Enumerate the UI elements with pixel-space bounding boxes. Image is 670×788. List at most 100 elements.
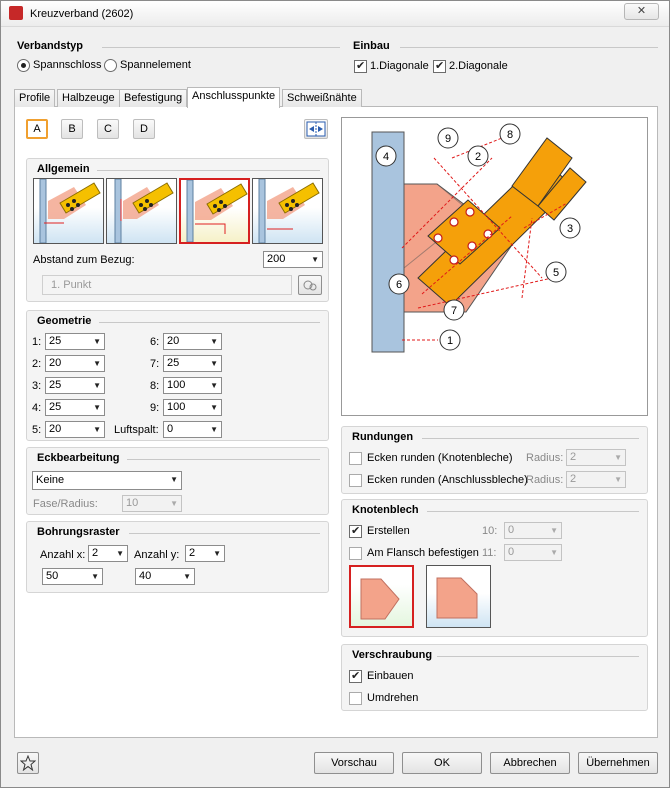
abstand-y-select[interactable]: 40 xyxy=(135,568,195,585)
radius-select-2[interactable]: 2 xyxy=(566,471,626,488)
geometrie-select-3[interactable]: 25 xyxy=(45,377,105,394)
param-11-select[interactable]: 0 xyxy=(504,544,562,561)
uebernehmen-button[interactable]: Übernehmen xyxy=(578,752,658,774)
reference-point-field[interactable]: 1. Punkt xyxy=(42,275,292,295)
knotenblech-shape-2[interactable] xyxy=(426,565,491,628)
tab-schweissnaehte[interactable]: Schweißnähte xyxy=(282,89,362,107)
verbandstyp-group: Verbandstyp Spannschloss Spannelement xyxy=(14,36,340,80)
group-divider xyxy=(99,322,320,323)
point-d-button[interactable]: D xyxy=(133,119,155,139)
ecken-knotenbleche-label: Ecken runden (Knotenbleche) xyxy=(367,452,513,464)
geometrie-select-1[interactable]: 25 xyxy=(45,333,105,350)
ok-button[interactable]: OK xyxy=(402,752,482,774)
point-a-button[interactable]: A xyxy=(26,119,48,139)
tab-befestigung[interactable]: Befestigung xyxy=(119,89,188,107)
point-b-button[interactable]: B xyxy=(61,119,83,139)
connection-diagram: 1 2 3 4 5 6 7 8 9 xyxy=(341,117,648,416)
abstand-select[interactable]: 200 xyxy=(263,251,323,268)
geometrie-select-5[interactable]: 20 xyxy=(45,421,105,438)
geometrie-select-6[interactable]: 20 xyxy=(163,333,222,350)
erstellen-label: Erstellen xyxy=(367,525,410,537)
pick-point-button[interactable] xyxy=(298,275,322,295)
geometrie-label-2: 2: xyxy=(32,358,42,370)
connection-variant-4[interactable] xyxy=(252,178,323,244)
checkbox-diagonale-2[interactable] xyxy=(433,59,446,73)
geometrie-select-2[interactable]: 20 xyxy=(45,355,105,372)
eckbearbeitung-select[interactable]: Keine xyxy=(32,471,182,490)
radio-spannelement[interactable] xyxy=(104,59,117,72)
tab-profile[interactable]: Profile xyxy=(14,89,56,107)
fase-radius-select[interactable]: 10 xyxy=(122,495,182,512)
geometrie-select-8[interactable]: 100 xyxy=(163,377,222,394)
callout-9: 9 xyxy=(445,133,451,145)
radius-label-2: Radius: xyxy=(526,474,564,486)
connection-variant-1[interactable] xyxy=(33,178,104,244)
einbauen-label: Einbauen xyxy=(367,670,414,682)
checkbox-am-flansch[interactable] xyxy=(349,547,362,560)
geometrie-label-6: 6: xyxy=(150,336,160,348)
checkbox-umdrehen[interactable] xyxy=(349,692,362,705)
connection-variant-3[interactable] xyxy=(179,178,250,244)
checkbox-ecken-knotenbleche[interactable] xyxy=(349,452,362,465)
luftspalt-select[interactable]: 0 xyxy=(163,421,222,438)
app-icon xyxy=(9,6,23,20)
ecken-anschlussbleche-label: Ecken runden (Anschlussbleche) xyxy=(367,474,528,486)
am-flansch-label: Am Flansch befestigen xyxy=(367,547,479,559)
tab-anschlusspunkte[interactable]: Anschlusspunkte xyxy=(187,87,281,108)
fase-radius-label: Fase/Radius: xyxy=(33,498,98,510)
tab-halbzeuge[interactable]: Halbzeuge xyxy=(57,89,120,107)
anzahl-y-select[interactable]: 2 xyxy=(185,545,225,562)
callout-6: 6 xyxy=(396,279,402,291)
abstand-x-select[interactable]: 50 xyxy=(42,568,103,585)
vorschau-button[interactable]: Vorschau xyxy=(314,752,394,774)
group-divider xyxy=(422,438,639,439)
checkbox-ecken-anschlussbleche[interactable] xyxy=(349,474,362,487)
allgemein-title: Allgemein xyxy=(37,163,90,175)
close-button[interactable]: ✕ xyxy=(624,3,659,20)
radius-select-1[interactable]: 2 xyxy=(566,449,626,466)
verbandstyp-title: Verbandstyp xyxy=(17,40,84,52)
geometrie-label-7: 7: xyxy=(150,358,160,370)
symmetry-icon[interactable] xyxy=(304,119,328,139)
abbrechen-button[interactable]: Abbrechen xyxy=(490,752,570,774)
param-10-select[interactable]: 0 xyxy=(504,522,562,539)
checkbox-erstellen[interactable] xyxy=(349,524,362,538)
knotenblech-shape-1[interactable] xyxy=(349,565,414,628)
point-c-button[interactable]: C xyxy=(97,119,119,139)
luftspalt-label: Luftspalt: xyxy=(114,424,159,436)
einbau-group: Einbau 1.Diagonale 2.Diagonale xyxy=(350,36,658,80)
rundungen-title: Rundungen xyxy=(352,431,414,443)
einbau-title: Einbau xyxy=(353,40,390,52)
geometrie-label-4: 4: xyxy=(32,402,42,414)
checkbox-einbauen[interactable] xyxy=(349,669,362,683)
group-divider xyxy=(437,656,639,657)
anzahl-x-select[interactable]: 2 xyxy=(88,545,128,562)
radio-spannschloss[interactable] xyxy=(17,59,30,72)
group-divider xyxy=(129,533,320,534)
geometrie-select-7[interactable]: 25 xyxy=(163,355,222,372)
eckbearbeitung-title: Eckbearbeitung xyxy=(37,452,120,464)
dialog-window: Kreuzverband (2602) ✕ Verbandstyp Spanns… xyxy=(0,0,670,788)
connection-variant-2[interactable] xyxy=(106,178,177,244)
geometrie-select-4[interactable]: 25 xyxy=(45,399,105,416)
knotenblech-title: Knotenblech xyxy=(352,504,419,516)
group-divider xyxy=(97,170,320,171)
group-divider xyxy=(427,511,639,512)
title-bar: Kreuzverband (2602) ✕ xyxy=(1,1,669,27)
bohrungsraster-title: Bohrungsraster xyxy=(37,526,120,538)
geometrie-select-9[interactable]: 100 xyxy=(163,399,222,416)
callout-5: 5 xyxy=(553,267,559,279)
checkbox-diagonale-1[interactable] xyxy=(354,59,367,73)
geometrie-label-5: 5: xyxy=(32,424,42,436)
geometrie-label-8: 8: xyxy=(150,380,160,392)
geometrie-label-1: 1: xyxy=(32,336,42,348)
diagonale-1-label: 1.Diagonale xyxy=(370,60,429,72)
callout-4: 4 xyxy=(383,151,389,163)
callout-2: 2 xyxy=(475,151,481,163)
callout-7: 7 xyxy=(451,305,457,317)
group-divider xyxy=(102,47,340,48)
callout-3: 3 xyxy=(567,223,573,235)
verschraubung-title: Verschraubung xyxy=(352,649,433,661)
geometrie-title: Geometrie xyxy=(37,315,92,327)
favorites-star-icon[interactable] xyxy=(17,752,39,774)
